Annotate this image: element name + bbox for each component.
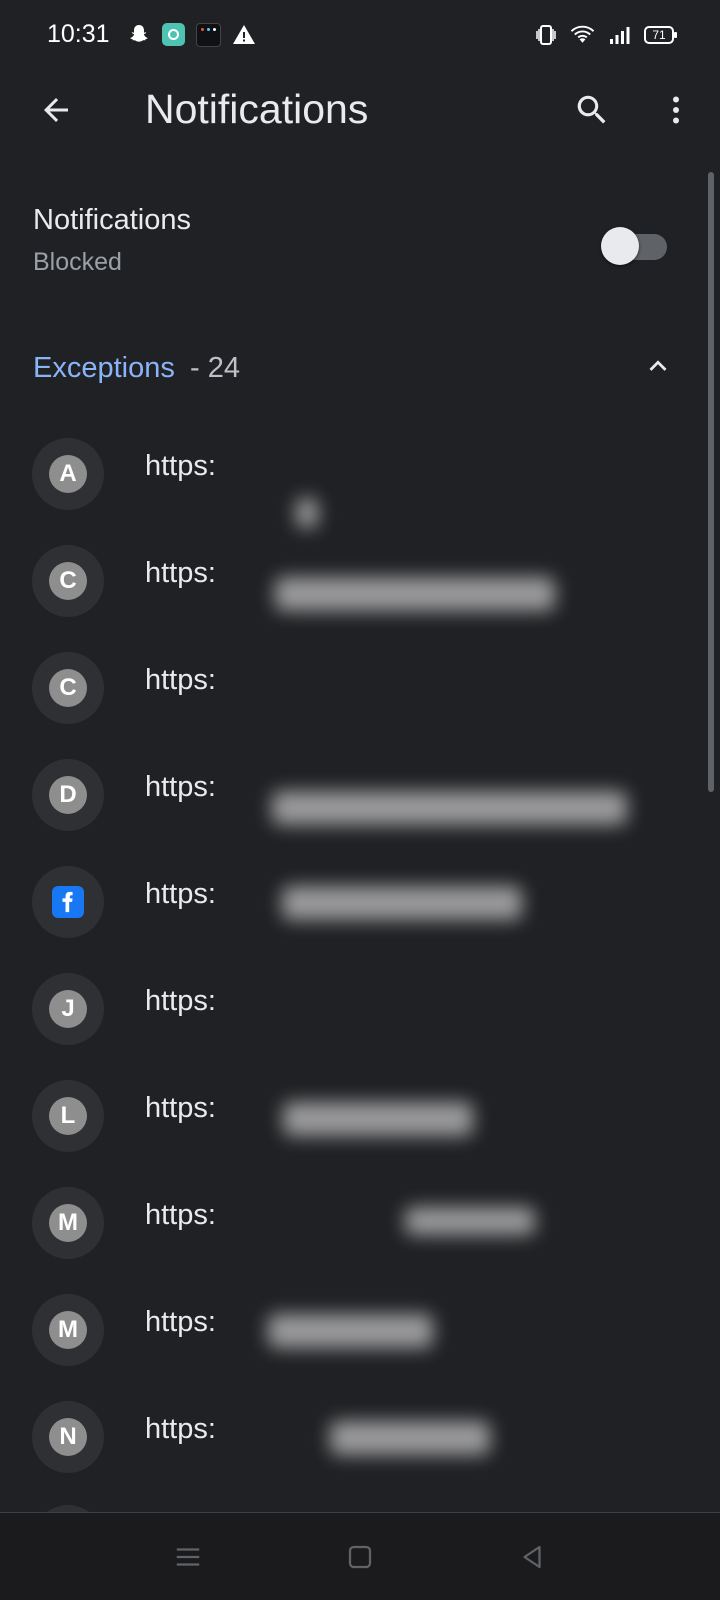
status-system-icons: 71 xyxy=(533,22,677,47)
status-bar: 10:31 71 xyxy=(0,0,720,72)
page-title: Notifications xyxy=(145,86,369,132)
warning-icon xyxy=(231,22,256,47)
site-url: https: xyxy=(145,771,216,803)
site-avatar: N xyxy=(32,1401,104,1473)
site-row[interactable]: https: xyxy=(0,848,700,955)
setting-state: Blocked xyxy=(33,248,122,276)
redacted-text xyxy=(268,1314,433,1348)
site-row[interactable]: N https: xyxy=(0,1383,700,1490)
site-url: https: xyxy=(145,664,216,696)
site-row[interactable]: C https: xyxy=(0,527,700,634)
site-initial: C xyxy=(49,562,87,600)
site-initial: D xyxy=(49,776,87,814)
app-notification-icon xyxy=(161,22,186,47)
site-url: https: xyxy=(145,1092,216,1124)
snapchat-icon xyxy=(126,22,151,47)
redacted-text xyxy=(282,886,522,920)
back-triangle-icon xyxy=(523,1545,541,1569)
site-row[interactable]: D https: xyxy=(0,741,700,848)
setting-title: Notifications xyxy=(33,204,191,236)
more-options-button[interactable] xyxy=(650,84,702,136)
exceptions-header[interactable]: Exceptions - 24 xyxy=(0,340,700,400)
search-icon xyxy=(577,95,606,124)
site-url: https: xyxy=(145,1306,216,1338)
recent-apps-button[interactable] xyxy=(162,1531,214,1583)
redacted-text xyxy=(283,1102,473,1136)
site-initial: M xyxy=(49,1204,87,1242)
site-avatar: C xyxy=(32,545,104,617)
search-button[interactable] xyxy=(566,84,618,136)
site-avatar: J xyxy=(32,973,104,1045)
site-row[interactable]: M https: xyxy=(0,1169,700,1276)
more-vert-icon xyxy=(673,96,679,124)
redacted-text xyxy=(272,791,627,825)
home-button[interactable] xyxy=(334,1531,386,1583)
signal-icon xyxy=(607,22,632,47)
site-avatar: C xyxy=(32,652,104,724)
site-avatar: D xyxy=(32,759,104,831)
exceptions-count: - 24 xyxy=(190,352,240,384)
redacted-text xyxy=(330,1421,490,1455)
site-avatar: L xyxy=(32,1080,104,1152)
site-initial: L xyxy=(49,1097,87,1135)
toggle-thumb xyxy=(601,227,639,265)
site-url: https: xyxy=(145,450,216,482)
media-app-icon xyxy=(196,22,221,47)
site-row[interactable]: L https: xyxy=(0,1062,700,1169)
site-url: https: xyxy=(145,985,216,1017)
site-row[interactable]: A https: xyxy=(0,420,700,528)
arrow-back-icon xyxy=(44,98,68,122)
chevron-up-icon[interactable] xyxy=(638,346,678,386)
site-initial: C xyxy=(49,669,87,707)
site-url: https: xyxy=(145,1413,216,1445)
site-initial: M xyxy=(49,1311,87,1349)
wifi-icon xyxy=(570,22,595,47)
exceptions-list: A https: C https: C https: D https: http… xyxy=(0,420,720,1490)
redacted-text xyxy=(275,577,555,611)
site-row[interactable]: J https: xyxy=(0,955,700,1062)
back-nav-button[interactable] xyxy=(506,1531,558,1583)
site-initial: A xyxy=(49,455,87,493)
battery-icon: 71 xyxy=(644,25,677,44)
site-avatar xyxy=(32,866,104,938)
notifications-setting-row[interactable]: Notifications Blocked xyxy=(0,192,700,292)
site-row[interactable]: C https: xyxy=(0,634,700,741)
site-url: https: xyxy=(145,557,216,589)
system-nav-bar xyxy=(0,1512,720,1600)
site-url: https: xyxy=(145,1199,216,1231)
site-initial: J xyxy=(49,990,87,1028)
vibrate-icon xyxy=(533,22,558,47)
status-notification-icons xyxy=(126,22,256,47)
back-button[interactable] xyxy=(30,84,82,136)
screen: 10:31 71 Notifications Notifications Blo… xyxy=(0,0,720,1600)
site-row[interactable]: M https: xyxy=(0,1276,700,1383)
notifications-toggle[interactable] xyxy=(601,224,667,265)
exceptions-label: Exceptions xyxy=(33,352,175,384)
site-url: https: xyxy=(145,878,216,910)
status-time: 10:31 xyxy=(47,20,110,48)
site-avatar: M xyxy=(32,1187,104,1259)
site-initial: N xyxy=(49,1418,87,1456)
redacted-text xyxy=(296,498,318,528)
site-avatar: A xyxy=(32,438,104,510)
menu-icon xyxy=(176,1548,200,1566)
home-square-icon xyxy=(348,1545,372,1569)
app-bar: Notifications xyxy=(0,72,720,152)
facebook-icon xyxy=(52,886,84,918)
site-avatar: M xyxy=(32,1294,104,1366)
redacted-text xyxy=(405,1207,535,1235)
